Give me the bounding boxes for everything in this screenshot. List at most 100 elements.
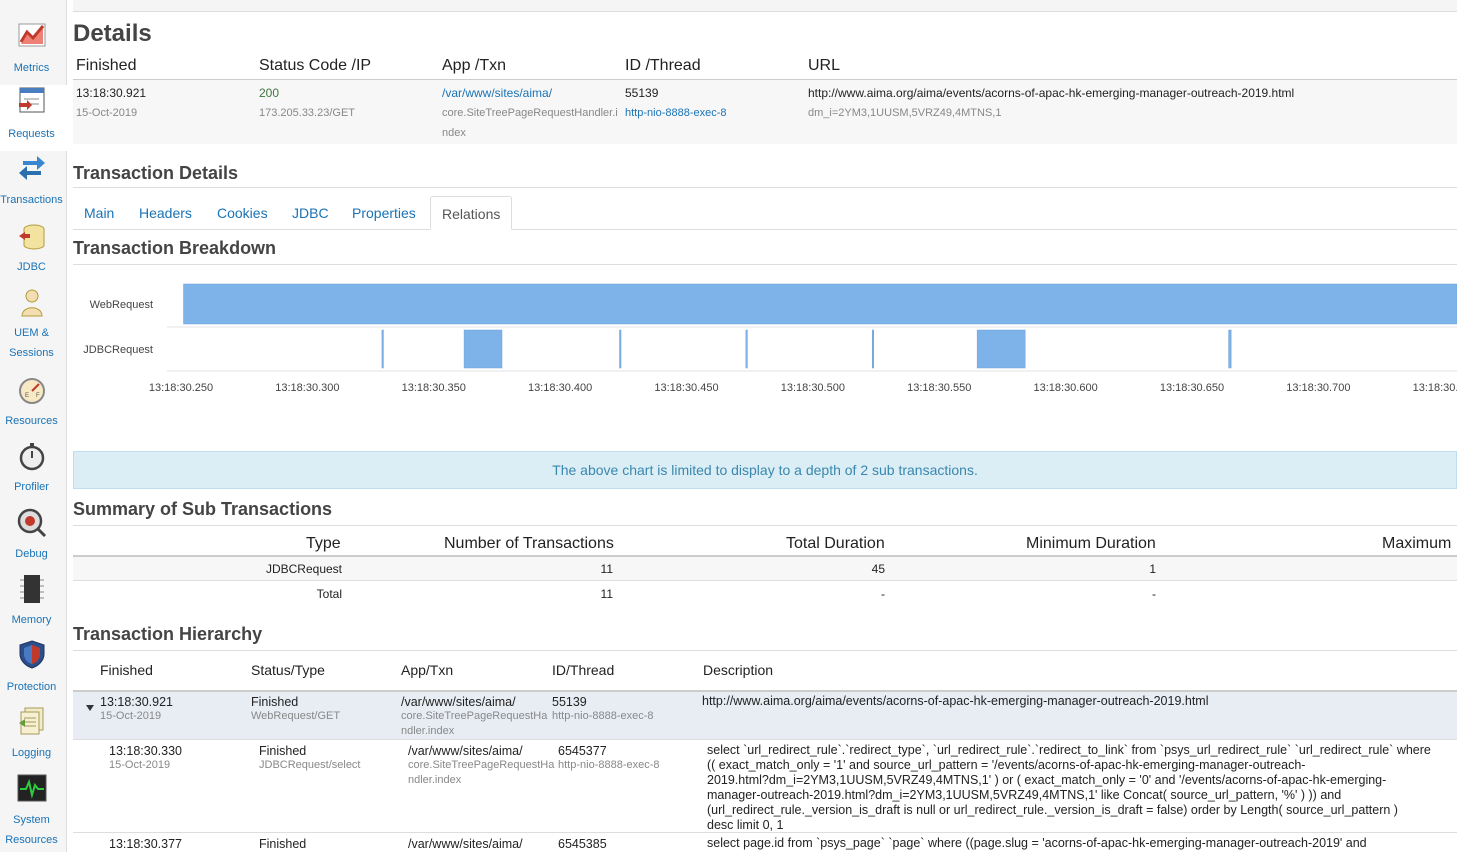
stopwatch-icon xyxy=(19,443,45,471)
hierarchy-header-status: Status/Type xyxy=(251,662,325,678)
chart-bar-jdbcrequest xyxy=(463,329,503,369)
hierarchy-header-description: Description xyxy=(703,662,774,678)
sidebar-item-transactions[interactable]: Transactions xyxy=(0,152,67,218)
summary-header-total: Total Duration xyxy=(786,535,885,552)
sidebar-item-metrics[interactable]: Metrics xyxy=(0,20,67,86)
row-date: 15-Oct-2019 xyxy=(109,759,171,771)
row-description: http://www.aima.org/aima/events/acorns-o… xyxy=(702,694,1209,708)
chart-bar-webrequest xyxy=(183,283,1457,325)
tab-jdbc[interactable]: JDBC xyxy=(281,196,340,230)
section-divider xyxy=(73,187,1457,188)
sidebar-label: Resources xyxy=(5,415,58,427)
row-thread-link[interactable]: http-nio-8888-exec-8 xyxy=(552,710,654,722)
thread-link[interactable]: http-nio-8888-exec-8 xyxy=(625,103,727,123)
row-id: 6545377 xyxy=(558,744,607,758)
sidebar-label: Requests xyxy=(8,128,55,140)
x-tick-label: 13:18:30.400 xyxy=(528,382,592,394)
sidebar-item-jdbc[interactable]: JDBC xyxy=(0,222,67,288)
tab-properties[interactable]: Properties xyxy=(341,196,427,230)
url-params: dm_i=2YM3,1UUSM,5VRZ49,4MTNS,1 xyxy=(808,107,1002,119)
app-link[interactable]: /var/www/sites/aima/ xyxy=(442,86,552,100)
sidebar-label: Logging xyxy=(11,747,52,759)
chart-bar-jdbcrequest xyxy=(619,329,622,369)
tab-main[interactable]: Main xyxy=(73,196,125,230)
sidebar-item-resources[interactable]: E F Resources xyxy=(0,376,67,442)
section-divider xyxy=(73,650,1457,651)
row-app-link[interactable]: /var/www/sites/aima/ xyxy=(408,837,523,851)
details-header-id: ID /Thread xyxy=(625,57,701,74)
sidebar-label: Protection xyxy=(6,681,57,693)
row-txn-cont: ndler.index xyxy=(408,774,462,786)
sidebar-item-profiler[interactable]: Profiler xyxy=(0,441,67,507)
tab-headers[interactable]: Headers xyxy=(128,196,203,230)
summary-total-row: Total 11 - - xyxy=(73,582,1457,606)
breakdown-chart: WebRequest JDBCRequest 13:18:30.250 13:18:3… xyxy=(83,283,1457,394)
tab-relations[interactable]: Relations xyxy=(430,196,513,230)
summary-header-min: Minimum Duration xyxy=(1026,535,1156,552)
client-ip: 173.205.33.23/GET xyxy=(259,107,356,119)
summary-row: JDBCRequest 11 45 1 xyxy=(73,557,1457,581)
sidebar-label: Profiler xyxy=(14,481,49,493)
sidebar-item-uem-sessions[interactable]: UEM & Sessions xyxy=(0,287,67,359)
sidebar-label: JDBC xyxy=(17,261,46,273)
row-thread-link[interactable]: http-nio-8888-exec-8 xyxy=(558,759,660,771)
x-tick-label: 13:18:30.450 xyxy=(654,382,718,394)
row-type: WebRequest/GET xyxy=(251,710,341,722)
hierarchy-row[interactable]: 13:18:30.921 15-Oct-2019 Finished WebReq… xyxy=(73,692,1457,740)
summary-count: 11 xyxy=(600,587,613,601)
hierarchy-row[interactable]: 13:18:30.377 Finished /var/www/sites/aim… xyxy=(73,835,1457,852)
x-tick-label: 13:18:30.650 xyxy=(1160,382,1224,394)
metrics-chart-icon xyxy=(18,23,46,47)
finished-time: 13:18:30.921 xyxy=(76,86,147,100)
bug-icon xyxy=(17,508,47,538)
svg-text:F: F xyxy=(36,393,40,399)
user-icon xyxy=(21,289,43,317)
sidebar-label: Transactions xyxy=(0,194,63,206)
row-id: 55139 xyxy=(552,695,587,709)
page-title: Details xyxy=(73,20,152,47)
sidebar-item-logging[interactable]: Logging xyxy=(0,706,67,772)
chart-bar-jdbcrequest xyxy=(381,329,384,369)
row-description-line: desc limit 0, 1 xyxy=(707,818,784,832)
row-description-line: manager-outreach-2019.html?dm_i=2YM3,1UU… xyxy=(707,788,1342,802)
summary-type: JDBCRequest xyxy=(265,562,342,576)
status-code: 200 xyxy=(259,86,280,100)
summary-min: 1 xyxy=(1149,562,1156,576)
sidebar-item-memory[interactable]: Memory xyxy=(0,574,67,640)
details-header-url: URL xyxy=(808,57,841,74)
hierarchy-row[interactable]: 13:18:30.330 15-Oct-2019 Finished JDBCRe… xyxy=(73,741,1457,833)
tab-cookies[interactable]: Cookies xyxy=(206,196,279,230)
log-files-icon xyxy=(19,707,44,735)
sidebar-item-requests[interactable]: Requests xyxy=(0,85,67,151)
sidebar-item-system-resources[interactable]: System Resources xyxy=(0,773,67,846)
summary-total: 45 xyxy=(871,562,885,576)
x-tick-label: 13:18:30.250 xyxy=(149,382,213,394)
chart-depth-note: The above chart is limited to display to… xyxy=(73,451,1457,489)
row-date: 15-Oct-2019 xyxy=(100,710,162,722)
shield-icon xyxy=(19,640,45,669)
row-app-link[interactable]: /var/www/sites/aima/ xyxy=(408,744,523,758)
row-status: Finished xyxy=(259,837,307,851)
details-header-finished: Finished xyxy=(76,57,137,74)
x-tick-label: 13:18:30.350 xyxy=(402,382,466,394)
sidebar-item-debug[interactable]: Debug xyxy=(0,508,67,574)
transactions-arrows-icon xyxy=(19,156,45,180)
x-tick-label: 13:18:30.500 xyxy=(781,382,845,394)
sidebar-label: Memory xyxy=(11,614,52,626)
summary-count: 11 xyxy=(600,562,613,576)
summary-total: - xyxy=(881,587,885,601)
row-finished: 13:18:30.921 xyxy=(100,695,173,709)
row-description-line: select `url_redirect_rule`.`redirect_typ… xyxy=(707,743,1431,757)
row-finished: 13:18:30.377 xyxy=(109,837,182,851)
txn-name: core.SiteTreePageRequestHandler.i xyxy=(442,107,618,119)
summary-header-max: Maximum D xyxy=(1382,535,1457,552)
sidebar-label: Sessions xyxy=(9,347,54,359)
caret-down-icon[interactable] xyxy=(85,704,95,712)
gauge-icon: E F xyxy=(19,378,45,404)
x-tick-label: 13:18:30.700 xyxy=(1286,382,1350,394)
row-app-link[interactable]: /var/www/sites/aima/ xyxy=(401,695,516,709)
txn-name-cont: ndex xyxy=(442,127,466,139)
details-header-app: App /Txn xyxy=(442,57,507,74)
summary-header-type: Type xyxy=(306,535,341,552)
sidebar-item-protection[interactable]: Protection xyxy=(0,639,67,705)
